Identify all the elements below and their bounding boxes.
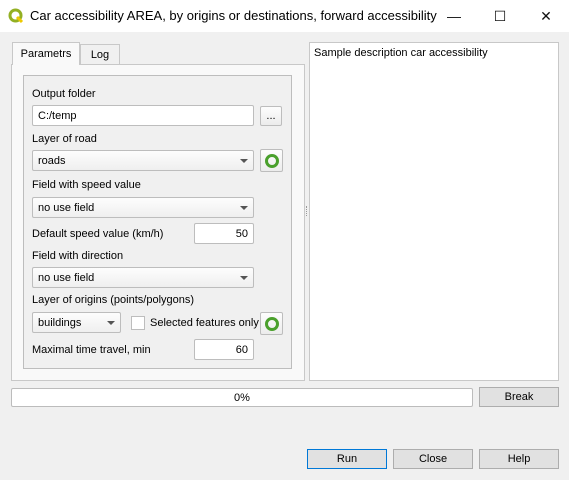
description-panel: Sample description car accessibility bbox=[309, 42, 559, 381]
output-folder-label: Output folder bbox=[32, 88, 96, 100]
chevron-down-icon bbox=[240, 275, 248, 280]
window-title: Car accessibility AREA, by origins or de… bbox=[30, 8, 437, 23]
default-speed-label: Default speed value (km/h) bbox=[32, 228, 164, 240]
break-button[interactable]: Break bbox=[479, 387, 559, 407]
selected-features-label: Selected features only bbox=[150, 317, 259, 329]
max-time-label: Maximal time travel, min bbox=[32, 344, 151, 356]
chevron-down-icon bbox=[240, 158, 248, 163]
speed-field-value: no use field bbox=[38, 201, 95, 214]
progress-bar: 0% bbox=[11, 388, 473, 407]
direction-field-select[interactable]: no use field bbox=[32, 267, 254, 288]
max-time-input[interactable]: 60 bbox=[194, 339, 254, 360]
layer-origins-value: buildings bbox=[38, 316, 82, 329]
maximize-button[interactable]: ☐ bbox=[477, 0, 523, 32]
default-speed-input[interactable]: 50 bbox=[194, 223, 254, 244]
chevron-down-icon bbox=[240, 205, 248, 210]
refresh-icon bbox=[264, 316, 279, 331]
layer-origins-select[interactable]: buildings bbox=[32, 312, 121, 333]
layer-road-value: roads bbox=[38, 154, 66, 167]
close-window-button[interactable]: ✕ bbox=[523, 0, 569, 32]
tab-parametrs[interactable]: Parametrs bbox=[12, 42, 80, 65]
close-button[interactable]: Close bbox=[393, 449, 473, 469]
qgis-logo-icon bbox=[8, 8, 24, 24]
layer-road-select[interactable]: roads bbox=[32, 150, 254, 171]
layer-origins-label: Layer of origins (points/polygons) bbox=[32, 294, 195, 306]
speed-field-select[interactable]: no use field bbox=[32, 197, 254, 218]
output-folder-input[interactable]: C:/temp bbox=[32, 105, 254, 126]
selected-features-checkbox[interactable] bbox=[131, 316, 145, 330]
chevron-down-icon bbox=[107, 320, 115, 325]
help-button[interactable]: Help bbox=[479, 449, 559, 469]
progress-text: 0% bbox=[234, 391, 250, 404]
direction-field-label: Field with direction bbox=[32, 250, 124, 262]
refresh-icon bbox=[264, 153, 279, 168]
direction-field-value: no use field bbox=[38, 271, 95, 284]
browse-folder-button[interactable]: ... bbox=[260, 106, 282, 126]
run-button[interactable]: Run bbox=[307, 449, 387, 469]
refresh-origins-button[interactable] bbox=[260, 312, 283, 335]
splitter-handle[interactable] bbox=[306, 206, 308, 216]
layer-road-label: Layer of road bbox=[32, 133, 97, 145]
title-bar: Car accessibility AREA, by origins or de… bbox=[0, 0, 569, 32]
description-text: Sample description car accessibility bbox=[314, 47, 488, 59]
speed-field-label: Field with speed value bbox=[32, 179, 141, 191]
tab-log[interactable]: Log bbox=[80, 44, 120, 65]
refresh-road-button[interactable] bbox=[260, 149, 283, 172]
minimize-button[interactable]: — bbox=[431, 0, 477, 32]
